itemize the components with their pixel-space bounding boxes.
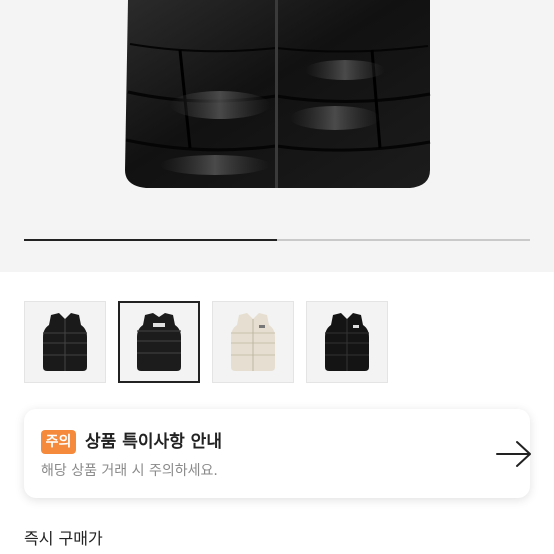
thumbnail-4[interactable] [306,301,388,383]
instant-buy-price-label: 즉시 구매가 [24,529,103,548]
ivory-puffer-vest-icon [231,313,275,371]
thumbnail-2[interactable] [118,301,200,383]
black-puffer-vest-image [125,0,431,188]
notice-subtitle: 해당 상품 거래 시 주의하세요. [41,463,218,479]
thumbnail-3[interactable] [212,301,294,383]
gallery-progress-fill [24,239,277,241]
notice-title: 상품 특이사항 안내 [85,432,222,452]
black-puffer-vest-matte-icon [325,313,369,371]
thumbnail-1[interactable] [24,301,106,383]
product-image-gallery[interactable] [0,0,554,272]
gallery-progress-bar [24,239,530,241]
caution-badge: 주의 [41,430,76,454]
black-puffer-vest-icon [43,313,87,371]
black-puffer-vest-back-icon [137,313,181,371]
arrow-right-icon[interactable] [495,439,533,469]
thumbnail-list [24,301,388,383]
product-notice-card[interactable]: 주의 상품 특이사항 안내 해당 상품 거래 시 주의하세요. [24,409,533,498]
